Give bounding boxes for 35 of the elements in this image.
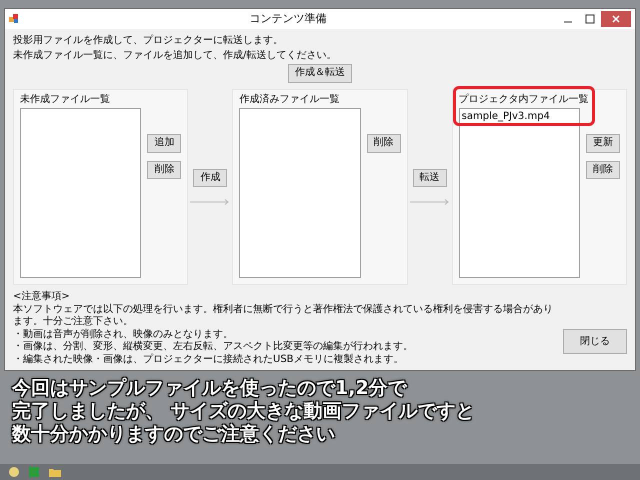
close-dialog-button[interactable]: 閉じる: [563, 329, 627, 354]
caption-text: 今回はサンプルファイルを使ったので1,2分で: [12, 377, 408, 400]
app-icon: [9, 14, 19, 24]
list-label: 作成済みファイル一覧: [239, 94, 340, 106]
notes-text: ・編集された映像・画像は、プロジェクターに接続されたUSBメモリに複製されます。: [13, 354, 405, 366]
notes-text: ・画像は、分割、変形、縦横変更、左右反転、アスペクト比変更等の編集が行われます。: [13, 341, 414, 354]
notes-heading: <注意事項>: [13, 291, 71, 304]
notes-text: 本ソフトウェアでは以下の処理を行います。権利者に無断で行うと著作権法で保護されている権利を侵害する場合があります。十分ご注意下さい。: [13, 304, 554, 328]
instruction-text: 投影用ファイルを作成して、プロジェクターに転送します。: [13, 35, 284, 48]
notes-text: ・動画は音声が削除され、映像のみとなります。: [13, 328, 234, 340]
dialog-button[interactable]: 作成: [193, 168, 228, 187]
dialog-button[interactable]: 削除: [366, 134, 401, 152]
file-listbox[interactable]: sample_PJv3.mp4: [458, 108, 580, 278]
file-listbox[interactable]: [20, 108, 142, 278]
maximize-icon[interactable]: [585, 14, 595, 24]
dialog-button[interactable]: 更新: [586, 134, 620, 152]
caption-text: 完了しましたが、 サイズの大きな動画ファイルですと: [12, 400, 476, 423]
arrow-icon: [190, 199, 230, 205]
file-listbox[interactable]: [239, 108, 361, 278]
dialog-button[interactable]: 作成＆転送: [288, 64, 352, 82]
close-icon: [612, 15, 620, 23]
dialog-button[interactable]: 削除: [586, 160, 620, 179]
file-item[interactable]: sample_PJv3.mp4: [462, 111, 577, 124]
window-title: コンテンツ準備: [248, 10, 328, 27]
close-button[interactable]: [601, 11, 631, 27]
caption-text: 数十分かかりますのでご注意ください: [12, 423, 336, 446]
dialog-button[interactable]: 転送: [412, 168, 447, 187]
taskbar-icon[interactable]: [8, 466, 20, 478]
list-label: 未作成ファイル一覧: [20, 94, 111, 106]
folder-icon[interactable]: [48, 466, 62, 478]
dialog-button[interactable]: 追加: [147, 134, 182, 152]
dialog-button[interactable]: 削除: [147, 160, 182, 179]
arrow-icon: [410, 199, 450, 205]
instruction-text: 未作成ファイル一覧に、ファイルを追加して、作成/転送してください。: [13, 50, 338, 62]
list-label: プロジェクタ内ファイル一覧: [458, 94, 590, 106]
